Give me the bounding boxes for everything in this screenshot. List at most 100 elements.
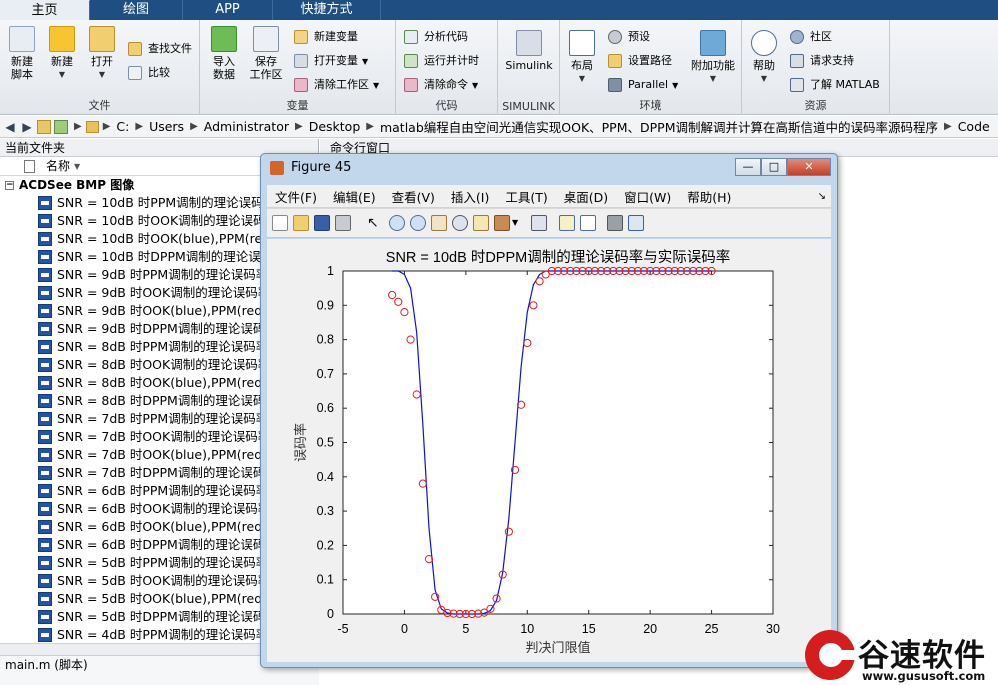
- link-plot-icon[interactable]: [531, 215, 547, 231]
- dock-arrow-icon[interactable]: ↘: [818, 191, 826, 202]
- path-separator: ▶: [102, 121, 111, 132]
- tab-home[interactable]: 主页: [0, 0, 90, 20]
- request-support-button[interactable]: 请求支持: [790, 52, 854, 70]
- simulink-button[interactable]: Simulink: [502, 30, 556, 72]
- analyze-code-button[interactable]: 分析代码: [404, 28, 468, 46]
- breadcrumb-code[interactable]: Code: [958, 119, 990, 134]
- minimize-button[interactable]: —: [735, 158, 761, 176]
- parallel-button[interactable]: Parallel ▼: [608, 76, 678, 94]
- breadcrumb-project[interactable]: matlab编程自由空间光通信实现OOK、PPM、DPPM调制解调并计算在高斯信…: [380, 117, 938, 136]
- maximize-button[interactable]: □: [761, 158, 787, 176]
- menu-insert[interactable]: 插入(I): [451, 187, 489, 206]
- chevron-down-icon[interactable]: ▼: [362, 57, 368, 66]
- open-variable-button[interactable]: 打开变量 ▼: [294, 52, 368, 70]
- browse-folder-icon[interactable]: [54, 119, 68, 134]
- analyze-code-label: 分析代码: [424, 30, 468, 43]
- forward-arrow-icon[interactable]: ▶: [20, 120, 34, 134]
- zoom-in-icon[interactable]: [389, 215, 405, 231]
- rotate-3d-icon[interactable]: [452, 215, 468, 231]
- layout-label: 布局: [571, 59, 593, 72]
- save-label-1: 保存: [255, 55, 277, 68]
- menu-window[interactable]: 窗口(W): [624, 187, 671, 206]
- chevron-down-icon[interactable]: ▼: [42, 68, 82, 81]
- new-figure-icon[interactable]: [272, 215, 288, 231]
- simulink-label: Simulink: [505, 59, 553, 72]
- community-button[interactable]: 社区: [790, 28, 832, 46]
- layout-button[interactable]: 布局 ▼: [562, 30, 602, 85]
- legend-icon[interactable]: [580, 215, 596, 231]
- figure-title-bar[interactable]: Figure 45 — □ ✕: [261, 154, 837, 182]
- pan-hand-icon[interactable]: [431, 215, 447, 231]
- breadcrumb-users[interactable]: Users: [149, 119, 184, 134]
- open-button[interactable]: 打开 ▼: [82, 26, 122, 81]
- new-button[interactable]: 新建 ▼: [42, 26, 82, 81]
- new-script-label-1: 新建: [11, 55, 33, 68]
- back-arrow-icon[interactable]: ◀: [3, 120, 17, 134]
- up-folder-icon[interactable]: [37, 119, 51, 134]
- clear-commands-button[interactable]: 清除命令 ▼: [404, 76, 478, 94]
- tab-plots[interactable]: 绘图: [90, 0, 183, 20]
- clear-workspace-label: 清除工作区: [314, 78, 369, 91]
- tab-shortcuts[interactable]: 快捷方式: [273, 0, 381, 20]
- close-button[interactable]: ✕: [787, 158, 831, 176]
- new-script-button[interactable]: 新建 脚本: [2, 26, 42, 81]
- menu-tools[interactable]: 工具(T): [505, 187, 547, 206]
- ribbon-section-variable: 导入 数据 保存 工作区 新建变量 打开变量 ▼ 清除工作区 ▼ 变量: [200, 20, 396, 115]
- show-plot-tools-icon[interactable]: [628, 215, 644, 231]
- menu-desktop[interactable]: 桌面(D): [564, 187, 608, 206]
- save-icon[interactable]: [314, 215, 330, 231]
- compare-button[interactable]: 比较: [128, 64, 170, 82]
- breadcrumb-desktop[interactable]: Desktop: [309, 119, 361, 134]
- file-name: SNR = 4dB 时PPM调制的理论误码率: [57, 627, 269, 642]
- set-path-button[interactable]: 设置路径: [608, 52, 672, 70]
- pointer-icon[interactable]: ↖: [367, 215, 383, 231]
- learn-matlab-button[interactable]: 了解 MATLAB: [790, 76, 880, 94]
- chevron-down-icon[interactable]: ▼: [82, 68, 122, 81]
- file-name: SNR = 5dB 时OOK(blue),PPM(red),: [57, 591, 272, 606]
- tab-apps[interactable]: APP: [183, 0, 273, 20]
- menu-edit[interactable]: 编辑(E): [333, 187, 376, 206]
- clear-workspace-button[interactable]: 清除工作区 ▼: [294, 76, 379, 94]
- plot-axes[interactable]: SNR = 10dB 时DPPM调制的理论误码率与实际误码率 -5 0 5 10 15 2…: [267, 239, 831, 662]
- chevron-down-icon[interactable]: ▼: [562, 72, 602, 85]
- collapse-icon[interactable]: −: [5, 181, 14, 190]
- menu-help[interactable]: 帮助(H): [687, 187, 731, 206]
- new-plus-icon: [49, 26, 75, 52]
- menu-file[interactable]: 文件(F): [275, 187, 317, 206]
- chevron-down-icon[interactable]: ▼: [686, 72, 740, 85]
- chevron-down-icon[interactable]: ▼: [744, 72, 784, 85]
- file-name: SNR = 6dB 时OOK(blue),PPM(red),: [57, 519, 272, 534]
- new-variable-button[interactable]: 新建变量: [294, 28, 358, 46]
- run-and-time-button[interactable]: 运行并计时: [404, 52, 479, 70]
- bmp-file-icon: [38, 358, 52, 372]
- ribbon: 新建 脚本 新建 ▼ 打开 ▼ 查找文件 比较 文件 导入 数据 保存 工作区 …: [0, 20, 998, 115]
- open-file-icon[interactable]: [293, 215, 309, 231]
- chevron-down-icon[interactable]: ▼: [373, 81, 379, 90]
- help-button[interactable]: 帮助 ▼: [744, 30, 784, 85]
- file-name: SNR = 8dB 时DPPM调制的理论误码率: [57, 393, 278, 408]
- breadcrumb-administrator[interactable]: Administrator: [204, 119, 289, 134]
- preferences-button[interactable]: 预设: [608, 28, 650, 46]
- file-name: SNR = 6dB 时OOK调制的理论误码率: [57, 501, 271, 516]
- bmp-file-icon: [38, 502, 52, 516]
- chevron-down-icon[interactable]: ▼: [512, 215, 520, 231]
- brush-icon[interactable]: [494, 215, 510, 231]
- breadcrumb-drive[interactable]: C:: [116, 119, 129, 134]
- data-cursor-icon[interactable]: [473, 215, 489, 231]
- zoom-out-icon[interactable]: [410, 215, 426, 231]
- print-icon[interactable]: [335, 215, 351, 231]
- import-data-button[interactable]: 导入 数据: [204, 26, 244, 81]
- chevron-down-icon[interactable]: ▼: [672, 81, 678, 90]
- find-files-button[interactable]: 查找文件: [128, 40, 192, 58]
- x-tick-label: 10: [520, 622, 534, 636]
- chevron-down-icon[interactable]: ▼: [472, 81, 478, 90]
- menu-view[interactable]: 查看(V): [392, 187, 435, 206]
- colorbar-icon[interactable]: [559, 215, 575, 231]
- sort-arrow-icon: ▼: [74, 162, 81, 171]
- path-separator: ▶: [944, 121, 952, 132]
- section-label-variable: 变量: [286, 99, 309, 112]
- add-ons-button[interactable]: 附加功能 ▼: [686, 30, 740, 85]
- save-workspace-button[interactable]: 保存 工作区: [244, 26, 288, 81]
- hide-plot-tools-icon[interactable]: [607, 215, 623, 231]
- figure-canvas[interactable]: SNR = 10dB 时DPPM调制的理论误码率与实际误码率 -5 0 5 10 15 2…: [267, 239, 831, 662]
